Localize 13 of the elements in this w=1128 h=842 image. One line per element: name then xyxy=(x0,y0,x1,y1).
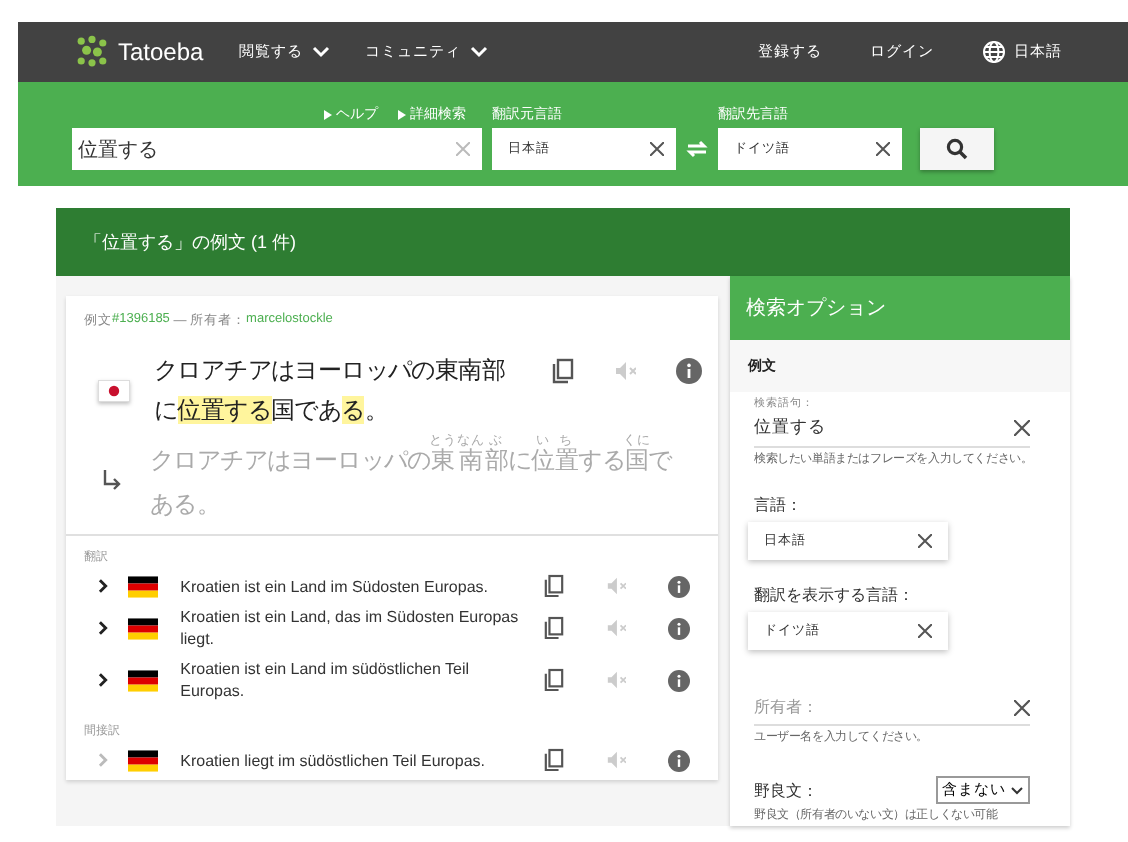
sentence-text: クロアチアはヨーロッパの東南部に位置する国である。 xyxy=(154,354,508,428)
options-title: 検索オプション xyxy=(746,295,886,322)
results-title: 「位置する」の例文 (1 件) xyxy=(84,229,297,255)
field-label: 野良文： xyxy=(754,779,818,801)
translation-text: Kroatien ist ein Land im südöstlichen Teil Europas. xyxy=(180,658,472,702)
translation-text: Kroatien ist ein Land im Südosten Europas. xyxy=(180,575,490,597)
field-label: 翻訳を表示する言語： xyxy=(754,584,916,606)
translation-text: Kroatien ist ein Land, das im Südosten Europas liegt. xyxy=(180,606,521,650)
query-field[interactable]: 位置する xyxy=(754,410,1030,448)
translation-text: Kroatien liegt im südöstlichen Teil Europas. xyxy=(180,749,488,771)
field-label: 言語： xyxy=(754,494,804,516)
search-field[interactable]: 位置する xyxy=(72,128,482,170)
brand-name[interactable]: Tatoeba xyxy=(118,38,204,66)
